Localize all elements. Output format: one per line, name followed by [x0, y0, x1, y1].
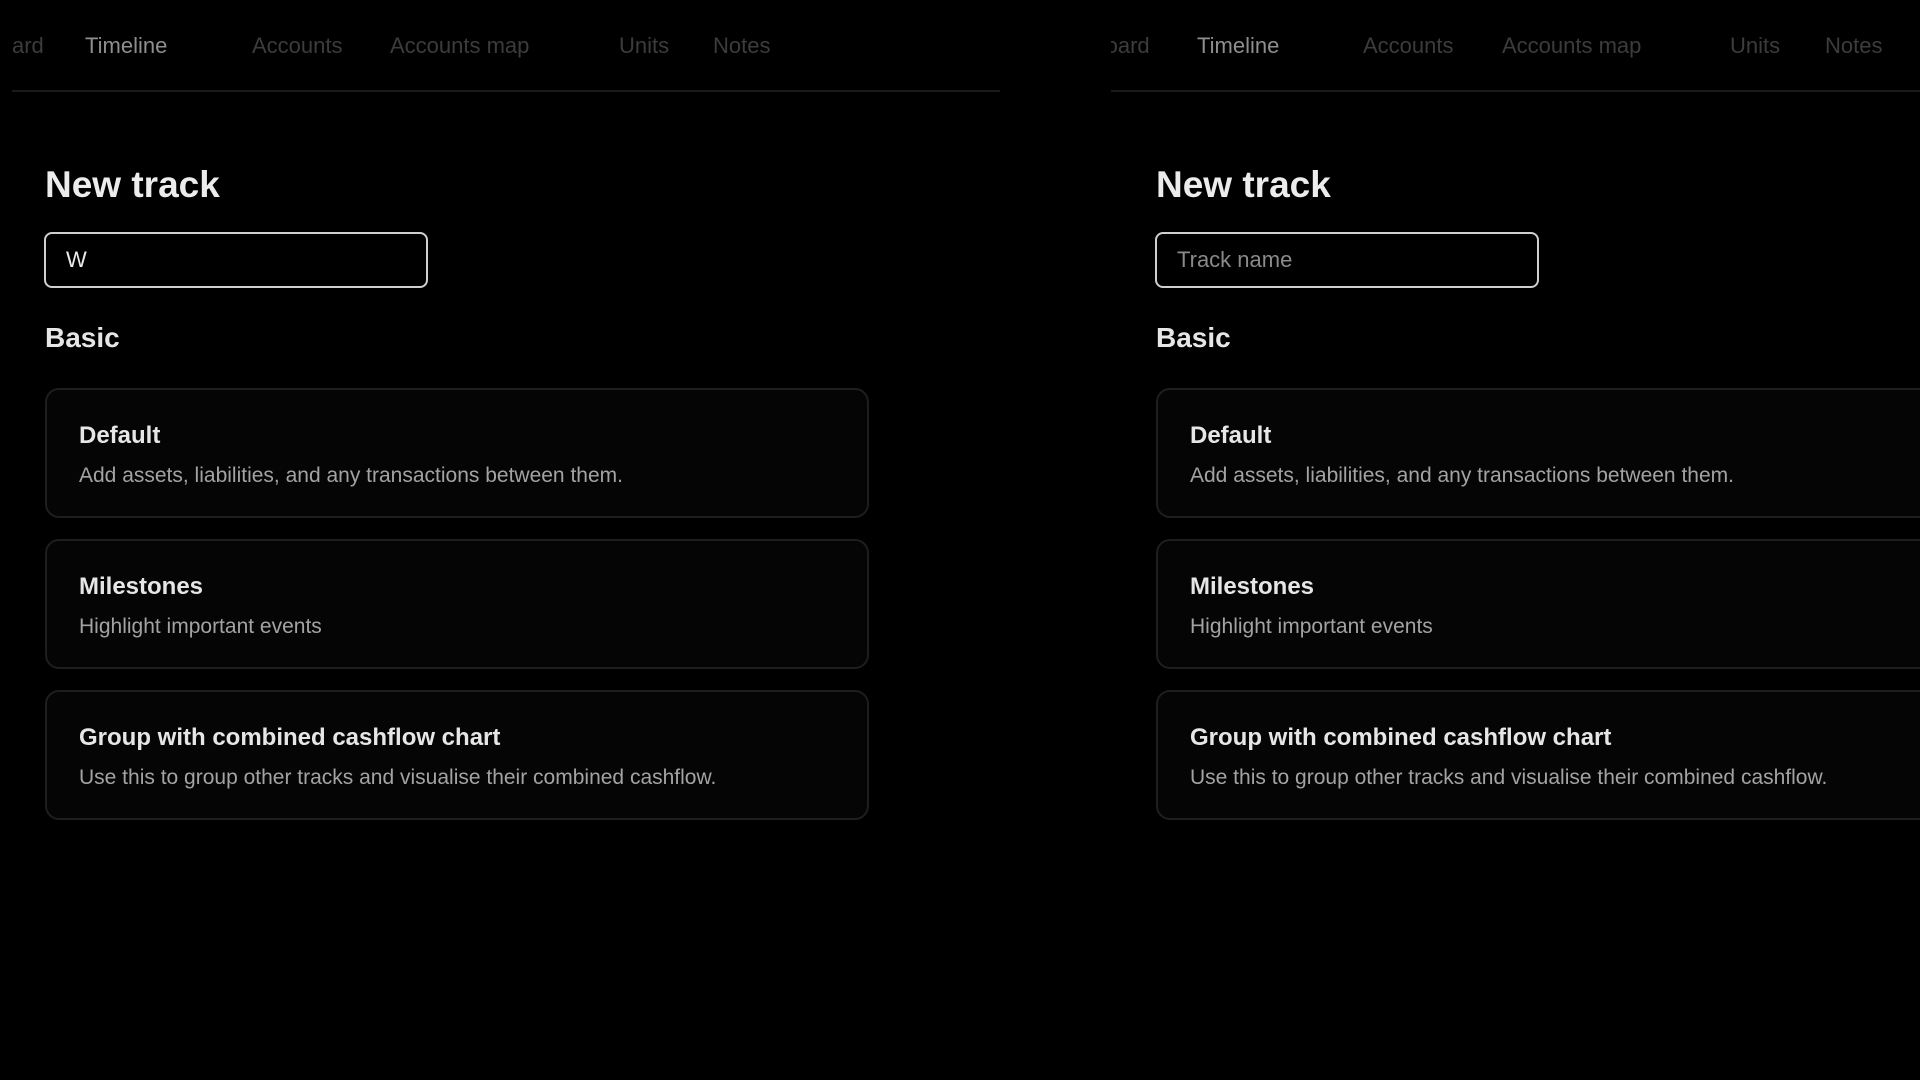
track-name-input[interactable]: [1155, 232, 1539, 288]
nav-item-units[interactable]: Units: [1730, 28, 1780, 64]
nav-item-accounts[interactable]: Accounts: [1363, 28, 1454, 64]
top-nav: Dashboard Timeline Accounts Accounts map…: [1111, 28, 1920, 64]
card-title: Milestones: [1190, 573, 1315, 600]
nav-item-notes[interactable]: Notes: [713, 28, 770, 64]
card-description: Add assets, liabilities, and any transac…: [79, 464, 623, 487]
nav-divider: [1111, 90, 1920, 92]
track-type-card-default[interactable]: Default Add assets, liabilities, and any…: [45, 388, 869, 518]
page-title: New track: [45, 164, 220, 205]
nav-item-timeline[interactable]: Timeline: [1197, 28, 1279, 64]
card-description: Highlight important events: [1190, 615, 1433, 638]
nav-item-dashboard[interactable]: Dashboard: [1111, 28, 1150, 64]
nav-item-dashboard[interactable]: ard: [12, 28, 44, 64]
card-title: Group with combined cashflow chart: [1190, 724, 1612, 751]
page-title: New track: [1156, 164, 1331, 205]
card-title: Group with combined cashflow chart: [79, 724, 501, 751]
nav-item-units[interactable]: Units: [619, 28, 669, 64]
nav-item-accounts[interactable]: Accounts: [252, 28, 343, 64]
track-name-input[interactable]: [44, 232, 428, 288]
card-title: Default: [1190, 422, 1272, 449]
nav-divider: [12, 90, 1000, 92]
card-description: Use this to group other tracks and visua…: [79, 766, 717, 789]
track-type-card-group[interactable]: Group with combined cashflow chart Use t…: [1156, 690, 1920, 820]
nav-item-accounts-map[interactable]: Accounts map: [1502, 28, 1641, 64]
section-heading-basic: Basic: [1156, 322, 1231, 353]
nav-item-accounts-map[interactable]: Accounts map: [390, 28, 529, 64]
track-type-card-milestones[interactable]: Milestones Highlight important events: [1156, 539, 1920, 669]
card-description: Add assets, liabilities, and any transac…: [1190, 464, 1734, 487]
card-title: Milestones: [79, 573, 204, 600]
track-type-card-default[interactable]: Default Add assets, liabilities, and any…: [1156, 388, 1920, 518]
nav-item-timeline[interactable]: Timeline: [85, 28, 167, 64]
card-description: Use this to group other tracks and visua…: [1190, 766, 1828, 789]
top-nav: ard Timeline Accounts Accounts map Units…: [0, 28, 1000, 64]
nav-item-notes[interactable]: Notes: [1825, 28, 1882, 64]
card-description: Highlight important events: [79, 615, 322, 638]
track-type-card-milestones[interactable]: Milestones Highlight important events: [45, 539, 869, 669]
card-title: Default: [79, 422, 161, 449]
right-pane: Dashboard Timeline Accounts Accounts map…: [1111, 0, 1920, 1080]
section-heading-basic: Basic: [45, 322, 120, 353]
track-type-card-group[interactable]: Group with combined cashflow chart Use t…: [45, 690, 869, 820]
screen: ard Timeline Accounts Accounts map Units…: [0, 0, 1920, 1080]
left-pane: ard Timeline Accounts Accounts map Units…: [0, 0, 1000, 1080]
